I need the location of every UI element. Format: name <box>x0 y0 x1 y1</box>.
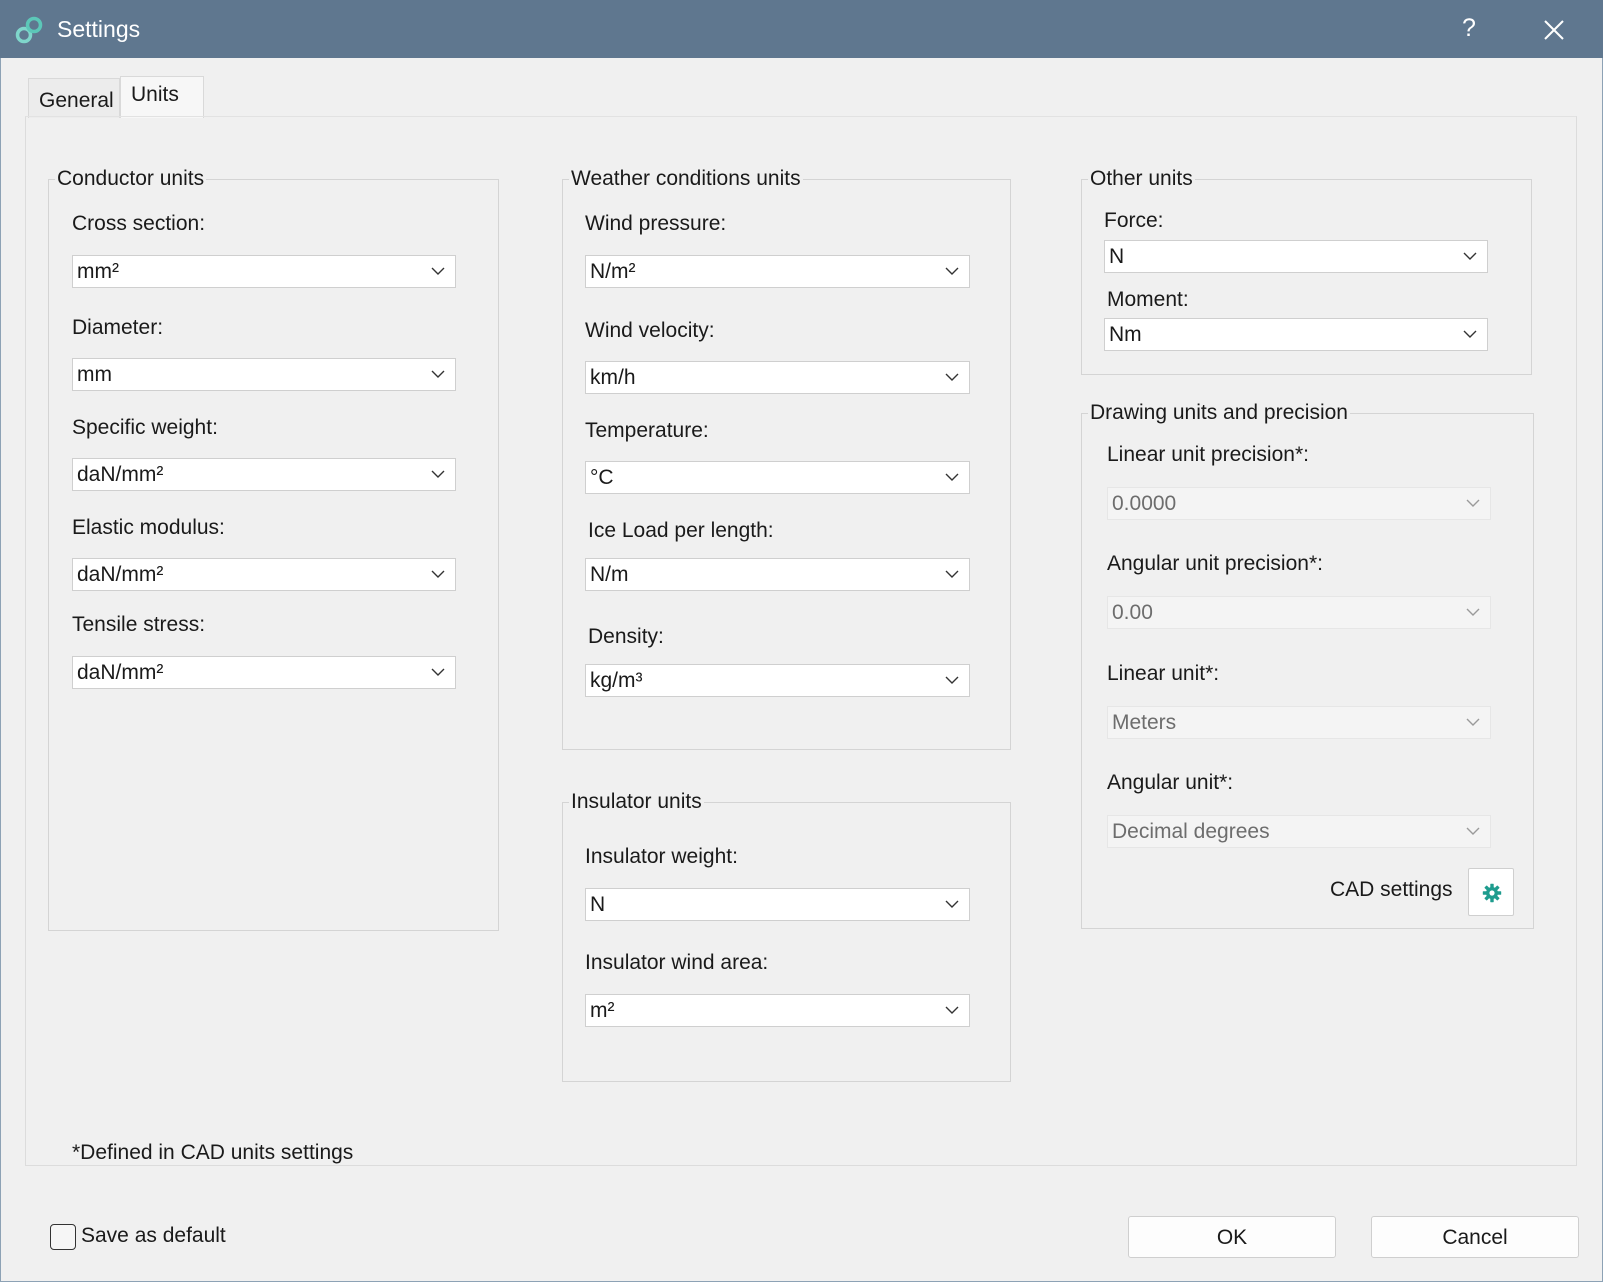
tensile-stress-label: Tensile stress: <box>72 613 206 636</box>
wind-pressure-label: Wind pressure: <box>585 212 727 235</box>
tab-general-label: General <box>39 89 114 112</box>
linear-precision-value: 0.0000 <box>1112 492 1177 515</box>
tab-units-label: Units <box>131 83 179 106</box>
wind-velocity-label: Wind velocity: <box>585 319 715 342</box>
chevron-down-icon <box>431 370 445 378</box>
temperature-value: °C <box>590 466 614 489</box>
chevron-down-icon <box>945 267 959 275</box>
angular-precision-select[interactable]: 0.00 <box>1107 596 1491 629</box>
linear-unit-value: Meters <box>1112 711 1177 734</box>
insulator-wind-area-label: Insulator wind area: <box>585 951 769 974</box>
specific-weight-value: daN/mm² <box>77 463 164 486</box>
cad-settings-button[interactable] <box>1468 868 1514 916</box>
force-label: Force: <box>1104 209 1164 232</box>
cad-settings-label: CAD settings <box>1330 878 1453 901</box>
save-default-checkbox[interactable] <box>50 1224 76 1250</box>
specific-weight-label: Specific weight: <box>72 416 218 439</box>
other-units-legend: Other units <box>1088 167 1195 191</box>
save-default-label[interactable]: Save as default <box>81 1224 226 1248</box>
gear-icon <box>1482 883 1502 903</box>
chevron-down-icon <box>945 900 959 908</box>
elastic-modulus-select[interactable]: daN/mm² <box>72 558 456 591</box>
density-select[interactable]: kg/m³ <box>585 664 970 697</box>
chevron-down-icon <box>945 373 959 381</box>
insulator-weight-select[interactable]: N <box>585 888 970 921</box>
elastic-modulus-label: Elastic modulus: <box>72 516 225 539</box>
chevron-down-icon <box>431 267 445 275</box>
wind-velocity-select[interactable]: km/h <box>585 361 970 394</box>
tensile-stress-value: daN/mm² <box>77 661 164 684</box>
chevron-down-icon <box>1466 827 1480 835</box>
insulator-weight-label: Insulator weight: <box>585 845 738 868</box>
linear-precision-select[interactable]: 0.0000 <box>1107 487 1491 520</box>
chevron-down-icon <box>1463 252 1477 260</box>
temperature-label: Temperature: <box>585 419 709 442</box>
insulator-weight-value: N <box>590 893 606 916</box>
density-label: Density: <box>588 625 664 648</box>
linear-unit-select[interactable]: Meters <box>1107 706 1491 739</box>
wind-velocity-value: km/h <box>590 366 636 389</box>
diameter-value: mm <box>77 363 112 386</box>
tab-general[interactable]: General <box>28 78 120 118</box>
chevron-down-icon <box>431 668 445 676</box>
moment-value: Nm <box>1109 323 1142 346</box>
linear-precision-label: Linear unit precision*: <box>1107 443 1309 466</box>
diameter-label: Diameter: <box>72 316 164 339</box>
moment-select[interactable]: Nm <box>1104 318 1488 351</box>
ok-button[interactable]: OK <box>1128 1216 1336 1258</box>
close-icon[interactable] <box>1536 12 1572 48</box>
wind-pressure-select[interactable]: N/m² <box>585 255 970 288</box>
cancel-button[interactable]: Cancel <box>1371 1216 1579 1258</box>
insulator-wind-area-value: m² <box>590 999 615 1022</box>
angular-precision-value: 0.00 <box>1112 601 1153 624</box>
cross-section-select[interactable]: mm² <box>72 255 456 288</box>
chevron-down-icon <box>945 676 959 684</box>
density-value: kg/m³ <box>590 669 643 692</box>
moment-label: Moment: <box>1107 288 1189 311</box>
cross-section-value: mm² <box>77 260 119 283</box>
angular-unit-label: Angular unit*: <box>1107 771 1234 794</box>
conductor-units-group <box>48 179 499 931</box>
angular-unit-value: Decimal degrees <box>1112 820 1270 843</box>
help-button[interactable]: ? <box>1452 14 1486 44</box>
temperature-select[interactable]: °C <box>585 461 970 494</box>
window-title: Settings <box>57 16 141 42</box>
ice-load-value: N/m <box>590 563 629 586</box>
chevron-down-icon <box>945 570 959 578</box>
elastic-modulus-value: daN/mm² <box>77 563 164 586</box>
linear-unit-label: Linear unit*: <box>1107 662 1220 685</box>
weather-units-legend: Weather conditions units <box>569 167 803 191</box>
chevron-down-icon <box>1466 499 1480 507</box>
chevron-down-icon <box>1466 718 1480 726</box>
force-value: N <box>1109 245 1125 268</box>
title-bar: Settings ? <box>0 0 1603 58</box>
tab-units[interactable]: Units <box>120 76 204 118</box>
chevron-down-icon <box>1466 608 1480 616</box>
angular-unit-select[interactable]: Decimal degrees <box>1107 815 1491 848</box>
insulator-wind-area-select[interactable]: m² <box>585 994 970 1027</box>
force-select[interactable]: N <box>1104 240 1488 273</box>
chevron-down-icon <box>431 470 445 478</box>
chevron-down-icon <box>1463 330 1477 338</box>
insulator-units-group <box>562 802 1011 1082</box>
tensile-stress-select[interactable]: daN/mm² <box>72 656 456 689</box>
ice-load-label: Ice Load per length: <box>588 519 774 542</box>
chevron-down-icon <box>431 570 445 578</box>
insulator-units-legend: Insulator units <box>569 790 704 814</box>
chevron-down-icon <box>945 1006 959 1014</box>
drawing-units-legend: Drawing units and precision <box>1088 401 1350 425</box>
chevron-down-icon <box>945 473 959 481</box>
conductor-units-legend: Conductor units <box>55 167 207 191</box>
specific-weight-select[interactable]: daN/mm² <box>72 458 456 491</box>
cross-section-label: Cross section: <box>72 212 206 235</box>
ice-load-select[interactable]: N/m <box>585 558 970 591</box>
wind-pressure-value: N/m² <box>590 260 636 283</box>
cad-footnote: *Defined in CAD units settings <box>72 1141 354 1164</box>
diameter-select[interactable]: mm <box>72 358 456 391</box>
app-logo-icon <box>15 16 43 44</box>
angular-precision-label: Angular unit precision*: <box>1107 552 1323 575</box>
